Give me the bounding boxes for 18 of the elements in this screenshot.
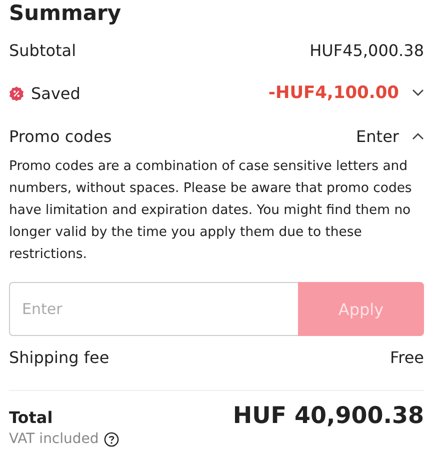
enter-link[interactable]: Enter bbox=[356, 126, 399, 146]
total-label: Total bbox=[9, 408, 53, 429]
subtotal-value: HUF45,000.38 bbox=[310, 40, 424, 60]
subtotal-label: Subtotal bbox=[9, 40, 76, 60]
summary-title: Summary bbox=[9, 0, 122, 26]
saved-value: -HUF4,100.00 bbox=[268, 83, 399, 103]
promo-description: Promo codes are a combination of case sensitive letters and numbers, without spaces. Please be aware that promo codes have limitation and expiration dates. You might find them no longer valid by the time you apply them due to these restrictions. bbox=[9, 158, 413, 264]
vat-note: VAT included bbox=[9, 431, 99, 447]
chevron-up-icon[interactable] bbox=[412, 132, 424, 140]
shipping-value: Free bbox=[390, 348, 424, 366]
saved-label: Saved bbox=[31, 84, 80, 102]
chevron-down-icon[interactable] bbox=[412, 89, 424, 97]
discount-icon bbox=[9, 86, 24, 100]
total-value: HUF 40,900.38 bbox=[232, 403, 424, 429]
help-icon[interactable] bbox=[104, 432, 119, 446]
promo-code-field[interactable]: Enter bbox=[9, 282, 298, 336]
shipping-label: Shipping fee bbox=[9, 348, 110, 366]
promo-label: Promo codes bbox=[9, 126, 112, 146]
